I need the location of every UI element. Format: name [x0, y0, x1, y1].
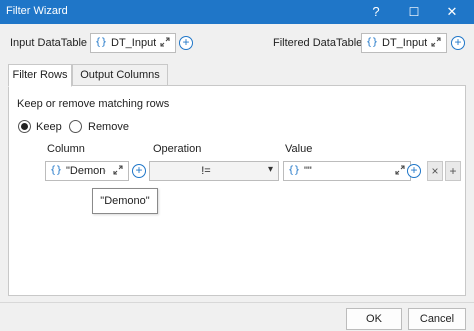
remove-row-button[interactable]: ×	[427, 161, 443, 181]
column-header: Column	[47, 143, 85, 155]
operation-value: !=	[201, 165, 211, 177]
close-button[interactable]: ✕	[436, 0, 468, 24]
filtered-datatable-field[interactable]: {} DT_Input	[361, 33, 447, 53]
operation-select[interactable]: != ▾	[149, 161, 279, 181]
variable-brace-icon: {}	[50, 165, 63, 176]
keep-remove-description: Keep or remove matching rows	[17, 98, 170, 110]
cancel-button[interactable]: Cancel	[408, 308, 466, 330]
tab-output-columns[interactable]: Output Columns	[72, 64, 168, 86]
expand-icon[interactable]	[112, 164, 124, 176]
expand-icon[interactable]	[430, 36, 442, 48]
add-circle-icon[interactable]: +	[132, 164, 146, 178]
value-field[interactable]: {} ""	[283, 161, 411, 181]
dialog-footer: OK Cancel	[0, 302, 474, 331]
input-datatable-field[interactable]: {} DT_Input	[90, 33, 176, 53]
filtered-datatable-value: DT_Input	[382, 37, 428, 49]
column-tooltip: "Demono"	[92, 188, 158, 214]
add-circle-icon[interactable]: +	[179, 36, 193, 50]
variable-brace-icon: {}	[95, 37, 108, 48]
variable-brace-icon: {}	[288, 165, 301, 176]
datatable-row: Input DataTable {} DT_Input + Filtered D…	[0, 26, 474, 60]
maximize-button[interactable]: ☐	[398, 0, 430, 24]
remove-label[interactable]: Remove	[88, 121, 129, 133]
filter-rows-panel: Keep or remove matching rows Keep Remove…	[8, 85, 466, 296]
expand-icon[interactable]	[394, 164, 406, 176]
help-button[interactable]: ?	[360, 0, 392, 24]
value-value: ""	[304, 165, 312, 177]
column-field[interactable]: {} "Demono	[45, 161, 129, 181]
variable-brace-icon: {}	[366, 37, 379, 48]
add-row-button[interactable]: +	[445, 161, 461, 181]
value-header: Value	[285, 143, 313, 155]
ok-button[interactable]: OK	[346, 308, 402, 330]
remove-radio[interactable]	[69, 120, 82, 133]
input-datatable-label: Input DataTable	[10, 37, 88, 49]
title-bar: Filter Wizard ? ☐ ✕	[0, 0, 474, 24]
input-datatable-value: DT_Input	[111, 37, 157, 49]
expand-icon[interactable]	[159, 36, 171, 48]
keep-label[interactable]: Keep	[36, 121, 62, 133]
tab-filter-rows[interactable]: Filter Rows	[8, 64, 72, 87]
operation-header: Operation	[153, 143, 202, 155]
add-circle-icon[interactable]: +	[407, 164, 421, 178]
keep-radio[interactable]	[18, 120, 31, 133]
chevron-down-icon: ▾	[267, 164, 273, 175]
window-title: Filter Wizard	[6, 5, 68, 17]
filtered-datatable-label: Filtered DataTable	[273, 37, 363, 49]
add-circle-icon[interactable]: +	[451, 36, 465, 50]
column-value: "Demono	[66, 165, 106, 177]
